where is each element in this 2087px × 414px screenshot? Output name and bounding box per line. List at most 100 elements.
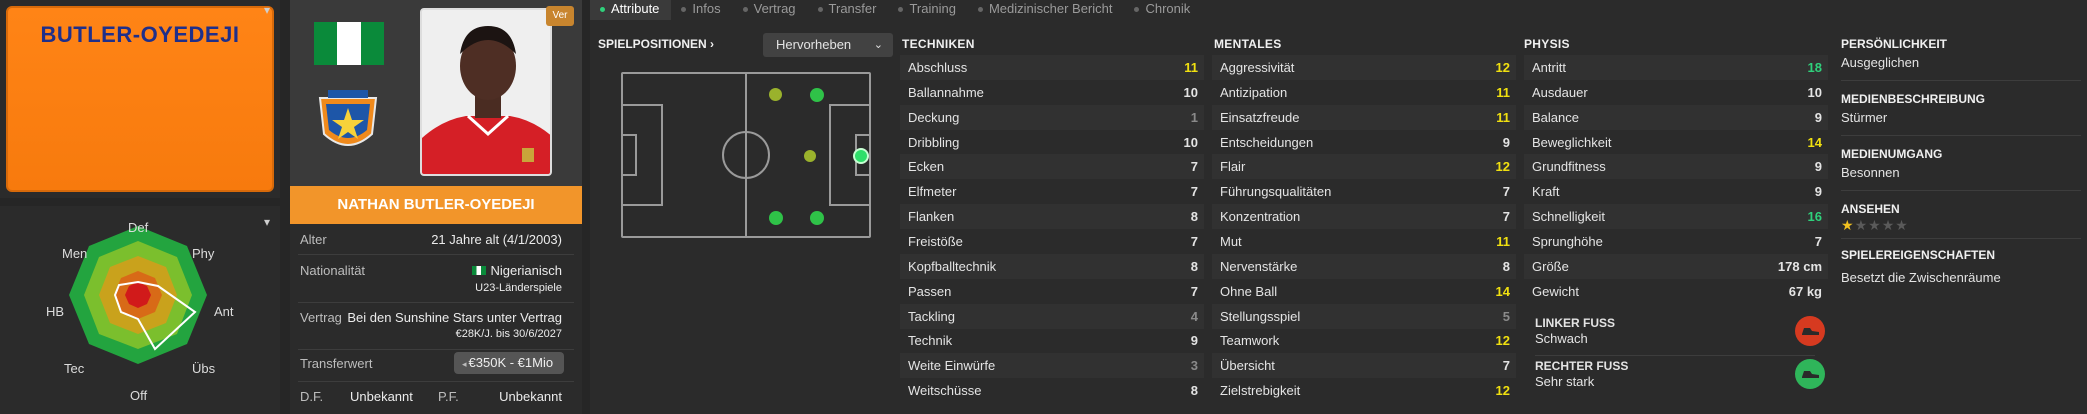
attribute-row[interactable]: Weitschüsse 8: [900, 378, 1204, 403]
attribute-row[interactable]: Kraft 9: [1524, 179, 1828, 204]
attribute-row[interactable]: Antizipation 11: [1212, 80, 1516, 105]
radar-label-ant: Ant: [214, 304, 234, 319]
radar-label-off: Off: [130, 388, 148, 403]
attribute-row[interactable]: Ecken 7: [900, 154, 1204, 180]
attribute-row[interactable]: Ballannahme 10: [900, 80, 1204, 105]
transfer-value-label: Transferwert: [300, 356, 373, 371]
tab-vertrag[interactable]: Vertrag: [733, 0, 808, 20]
tab-training[interactable]: Training: [888, 0, 967, 20]
attribute-name: Antritt: [1532, 60, 1566, 75]
right-foot-value: Sehr stark: [1535, 374, 1595, 389]
attribute-row[interactable]: Entscheidungen 9: [1212, 130, 1516, 155]
attribute-row[interactable]: Schnelligkeit 16: [1524, 204, 1828, 230]
attribute-value: 10: [1183, 84, 1198, 100]
transfer-value-badge[interactable]: ◂ €350K - €1Mio: [454, 352, 564, 374]
highlight-dropdown[interactable]: Hervorheben ⌄: [763, 33, 893, 57]
tab-label: Training: [909, 1, 956, 16]
position-dot-aml: [769, 88, 782, 101]
attribute-row[interactable]: Nervenstärke 8: [1212, 253, 1516, 279]
attribute-value: 9: [1190, 333, 1198, 349]
attribute-row[interactable]: Freistöße 7: [900, 229, 1204, 254]
attribute-name: Abschluss: [908, 60, 968, 75]
attribute-name: Einsatzfreude: [1220, 109, 1300, 125]
attribute-row[interactable]: Gewicht 67 kg: [1524, 279, 1828, 304]
physical-header: PHYSIS: [1524, 37, 1570, 51]
attribute-row[interactable]: Stellungsspiel 5: [1212, 303, 1516, 329]
attributes-panel: Attribute Infos Vertrag Transfer Trainin…: [590, 0, 2087, 414]
attribute-row[interactable]: Zielstrebigkeit 12: [1212, 378, 1516, 403]
attribute-row[interactable]: Balance 9: [1524, 104, 1828, 130]
pitch-center-circle: [722, 131, 770, 179]
divider: [1841, 190, 2081, 191]
tab-medical-report[interactable]: Medizinischer Bericht: [968, 0, 1125, 20]
attribute-row[interactable]: Grundfitness 9: [1524, 154, 1828, 180]
attribute-name: Flanken: [908, 209, 955, 225]
attribute-name: Kraft: [1532, 184, 1560, 200]
attribute-row[interactable]: Mut 11: [1212, 229, 1516, 254]
media-handling-value: Besonnen: [1841, 165, 1900, 180]
player-trait-value[interactable]: Besetzt die Zwischenräume: [1841, 270, 2001, 285]
attribute-row[interactable]: Ohne Ball 14: [1212, 279, 1516, 304]
attribute-row[interactable]: Abschluss 11: [900, 55, 1204, 80]
contract-label: Vertrag: [300, 310, 342, 325]
nationality-sub[interactable]: U23-Länderspiele: [475, 282, 562, 294]
kit-player-name: BUTLER-OYEDEJI: [40, 22, 240, 47]
attribute-row[interactable]: Ausdauer 10: [1524, 80, 1828, 105]
attribute-value: 9: [1814, 159, 1822, 175]
age-value: 21 Jahre alt (4/1/2003): [431, 232, 562, 247]
attribute-row[interactable]: Aggressivität 12: [1212, 55, 1516, 80]
tab-chronik[interactable]: Chronik: [1124, 0, 1202, 20]
positions-header[interactable]: SPIELPOSITIONEN ›: [598, 37, 714, 51]
chevron-down-icon: ⌄: [873, 39, 883, 51]
pitch-left-six-yard-box: [623, 134, 637, 176]
player-traits-label: SPIELEREIGENSCHAFTEN: [1841, 248, 1996, 262]
personality-value: Ausgeglichen: [1841, 55, 1920, 70]
attribute-value: 11: [1496, 109, 1510, 125]
attribute-row[interactable]: Tackling 4: [900, 303, 1204, 329]
left-foot-value: Schwach: [1535, 331, 1588, 346]
attribute-value: 12: [1495, 333, 1510, 349]
tab-attribute[interactable]: Attribute: [590, 0, 672, 20]
attribute-name: Flair: [1220, 159, 1246, 175]
tab-infos[interactable]: Infos: [671, 0, 732, 20]
attribute-row[interactable]: Elfmeter 7: [900, 179, 1204, 204]
attribute-row[interactable]: Größe 178 cm: [1524, 253, 1828, 279]
attribute-row[interactable]: Deckung 1: [900, 104, 1204, 130]
attribute-row[interactable]: Weite Einwürfe 3: [900, 353, 1204, 379]
attribute-row[interactable]: Einsatzfreude 11: [1212, 104, 1516, 130]
attribute-row[interactable]: Konzentration 7: [1212, 204, 1516, 230]
attribute-row[interactable]: Passen 7: [900, 279, 1204, 304]
chevron-down-icon[interactable]: ▾: [264, 4, 276, 16]
radar-label-phy: Phy: [192, 246, 215, 261]
tab-transfer[interactable]: Transfer: [808, 0, 889, 20]
attribute-row[interactable]: Beweglichkeit 14: [1524, 130, 1828, 155]
attribute-name: Führungsqualitäten: [1220, 184, 1332, 200]
nationality-value: Nigerianisch: [490, 263, 562, 278]
attribute-row[interactable]: Teamwork 12: [1212, 328, 1516, 353]
divider: [298, 254, 574, 255]
attribute-row[interactable]: Kopfballtechnik 8: [900, 253, 1204, 279]
attribute-value: 9: [1814, 109, 1822, 125]
radar-panel: ▾ Def Phy Ant Übs Off Tec HB Men: [0, 206, 280, 414]
attribute-row[interactable]: Flanken 8: [900, 204, 1204, 230]
view-button[interactable]: Ver: [546, 6, 574, 26]
attribute-row[interactable]: Antritt 18: [1524, 55, 1828, 80]
attribute-name: Nervenstärke: [1220, 258, 1298, 274]
right-foot-label: RECHTER FUSS: [1535, 359, 1629, 373]
attribute-name: Stellungsspiel: [1220, 308, 1301, 324]
personality-label: PERSÖNLICHKEIT: [1841, 37, 1948, 51]
attribute-row[interactable]: Übersicht 7: [1212, 353, 1516, 379]
attribute-row[interactable]: Flair 12: [1212, 154, 1516, 180]
positions-label: SPIELPOSITIONEN: [598, 37, 707, 51]
contract-value[interactable]: Bei den Sunshine Stars unter Vertrag: [347, 310, 562, 325]
attribute-name: Aggressivität: [1220, 60, 1295, 75]
contract-sub: €28K/J. bis 30/6/2027: [455, 328, 562, 340]
tab-indicator-icon: [600, 7, 605, 13]
attribute-row[interactable]: Technik 9: [900, 328, 1204, 353]
attribute-row[interactable]: Führungsqualitäten 7: [1212, 179, 1516, 204]
attribute-value: 10: [1183, 134, 1198, 150]
radar-label-ubs: Übs: [192, 361, 216, 376]
attribute-value: 9: [1502, 134, 1510, 150]
attribute-row[interactable]: Sprunghöhe 7: [1524, 229, 1828, 254]
attribute-row[interactable]: Dribbling 10: [900, 130, 1204, 155]
